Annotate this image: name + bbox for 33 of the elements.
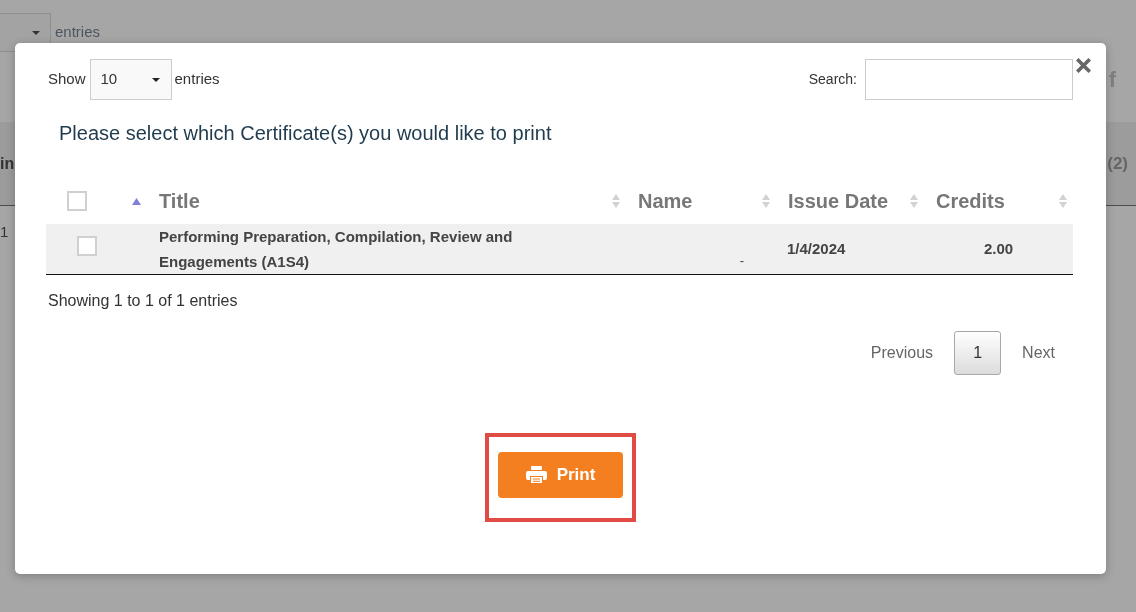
sort-icon[interactable] bbox=[612, 194, 620, 208]
close-icon[interactable] bbox=[1076, 58, 1091, 73]
search-field[interactable] bbox=[865, 59, 1073, 100]
previous-button[interactable]: Previous bbox=[858, 331, 946, 375]
table-cell-text: Performing Preparation, Compilation, Review and Engagements (A1S4) bbox=[159, 227, 514, 272]
dialog-heading: Please select which Certificate(s) you would like to print bbox=[59, 121, 552, 145]
column-header[interactable]: Issue Date bbox=[788, 186, 889, 216]
header-text: in bbox=[0, 153, 15, 174]
column-header[interactable]: Credits bbox=[936, 186, 1005, 216]
row-text: 1 bbox=[0, 223, 9, 240]
entries-label: entries bbox=[55, 22, 101, 43]
sort-icon[interactable] bbox=[910, 194, 918, 208]
sort-icon[interactable] bbox=[1059, 194, 1067, 208]
page-button[interactable]: 1 bbox=[954, 331, 1002, 375]
printer-icon bbox=[525, 466, 547, 484]
table-info: Showing 1 to 1 of 1 entries bbox=[48, 291, 238, 311]
sort-ascending-icon[interactable] bbox=[132, 197, 141, 205]
caret-icon bbox=[32, 30, 40, 35]
sort-icon[interactable] bbox=[762, 194, 770, 208]
column-header[interactable]: Name bbox=[638, 186, 693, 216]
table-cell: 2.00 bbox=[924, 224, 1073, 275]
search-label: Search: bbox=[808, 70, 857, 89]
caret-icon bbox=[151, 77, 160, 82]
table-cell: 1/4/2024 bbox=[776, 224, 924, 275]
column-header[interactable]: Title bbox=[159, 186, 200, 216]
select-value: 10 bbox=[100, 69, 118, 90]
show-label: Show bbox=[48, 69, 86, 90]
checkbox[interactable] bbox=[67, 191, 87, 211]
table-cell: - bbox=[626, 224, 776, 275]
checkbox[interactable] bbox=[77, 235, 97, 256]
next-button[interactable]: Next bbox=[1010, 331, 1067, 375]
entries-select[interactable]: 10 bbox=[89, 59, 172, 100]
entries-label: entries bbox=[174, 69, 220, 90]
